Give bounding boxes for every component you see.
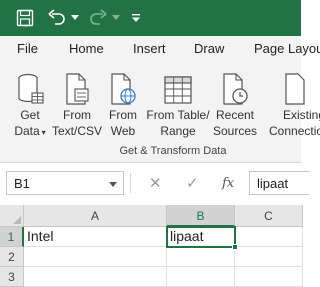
get-data-button[interactable]: Get Data ▾ [6, 67, 54, 141]
existing-connections-button[interactable]: Existing Connections [266, 67, 320, 139]
tab-draw[interactable]: Draw [194, 41, 224, 56]
recent-sources-label-1: Recent [215, 108, 255, 122]
recent-sources-label-2: Sources [212, 124, 258, 138]
cell-b1[interactable]: lipaat [167, 227, 235, 247]
from-web-button[interactable]: From Web [102, 67, 144, 139]
name-box-value: B1 [14, 176, 30, 191]
formula-content: lipaat [257, 176, 289, 191]
table-icon [144, 67, 212, 107]
recent-sources-icon [210, 67, 260, 107]
undo-icon[interactable] [45, 0, 69, 36]
cell-b2[interactable] [167, 247, 235, 267]
cell-c2[interactable] [235, 247, 303, 267]
from-table-range-label-1: From Table/ [146, 108, 210, 122]
title-bar [0, 0, 301, 36]
redo-dropdown-icon[interactable] [110, 0, 122, 36]
insert-function-icon[interactable]: fx [222, 171, 234, 195]
from-text-csv-label-2: Text/CSV [52, 124, 103, 138]
ribbon-data-group: Get Data ▾ From Text/CSV From Web From T… [0, 63, 320, 163]
cell-c3[interactable] [235, 267, 303, 287]
fill-handle[interactable] [232, 244, 238, 250]
column-header-a[interactable]: A [24, 205, 167, 227]
tab-file[interactable]: File [17, 41, 38, 56]
web-icon [102, 67, 144, 107]
database-icon [6, 67, 54, 107]
cell-a2[interactable] [24, 247, 167, 267]
from-text-csv-label-1: From [63, 108, 91, 122]
tab-insert[interactable]: Insert [133, 41, 166, 56]
text-file-icon [52, 67, 102, 107]
cell-a3[interactable] [24, 267, 167, 287]
cancel-icon[interactable]: ✕ [149, 171, 162, 195]
divider [130, 173, 131, 193]
from-table-range-button[interactable]: From Table/ Range [144, 67, 212, 139]
group-label: Get & Transform Data [119, 145, 227, 157]
row-header-1[interactable]: 1 [0, 227, 24, 247]
ribbon-tabs: File Home Insert Draw Page Layout [0, 36, 320, 63]
worksheet-grid: A B C 1 2 3 Intel lipaat [0, 205, 303, 287]
get-data-label-1: Get [20, 108, 40, 122]
connections-icon [266, 67, 320, 107]
redo-icon[interactable] [86, 0, 110, 36]
existing-connections-label-1: Existing [283, 108, 320, 122]
chevron-down-icon[interactable] [109, 182, 117, 187]
row-header-3[interactable]: 3 [0, 267, 24, 287]
row-header-2[interactable]: 2 [0, 247, 24, 267]
tab-page-layout[interactable]: Page Layout [254, 41, 320, 56]
tab-home[interactable]: Home [69, 41, 104, 56]
cell-a1[interactable]: Intel [24, 227, 167, 247]
formula-bar: B1 ✕ ✓ fx lipaat [0, 163, 309, 205]
recent-sources-button[interactable]: Recent Sources [210, 67, 260, 139]
name-box[interactable]: B1 [6, 171, 124, 195]
save-icon[interactable] [12, 0, 38, 36]
existing-connections-label-2: Connections [269, 124, 320, 138]
column-header-c[interactable]: C [235, 205, 303, 227]
cell-b3[interactable] [167, 267, 235, 287]
from-web-label-2: Web [110, 124, 136, 138]
select-all-button[interactable] [0, 205, 24, 227]
undo-dropdown-icon[interactable] [69, 0, 81, 36]
cell-c1[interactable] [235, 227, 303, 247]
from-table-range-label-2: Range [160, 124, 196, 138]
column-header-b[interactable]: B [167, 205, 235, 227]
chevron-down-icon: ▾ [41, 128, 46, 137]
customize-qat-icon[interactable] [128, 0, 144, 36]
formula-input[interactable]: lipaat [249, 171, 309, 195]
from-web-label-1: From [109, 108, 137, 122]
enter-icon[interactable]: ✓ [186, 171, 199, 195]
get-data-label-2: Data [14, 124, 40, 138]
from-text-csv-button[interactable]: From Text/CSV [52, 67, 102, 139]
